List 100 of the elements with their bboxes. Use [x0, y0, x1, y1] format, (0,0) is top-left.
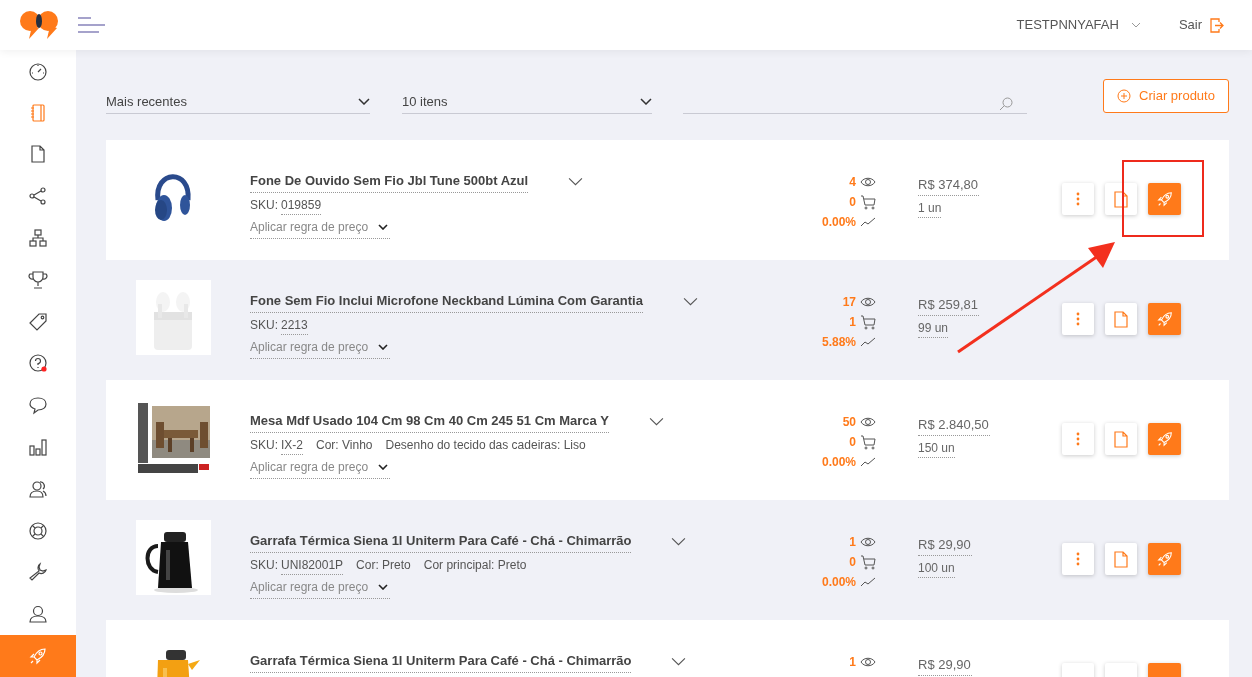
chevron-down-icon[interactable]	[568, 177, 584, 187]
cart-icon	[860, 194, 876, 210]
menu-icon[interactable]	[78, 17, 105, 33]
stock-quantity: 99 un	[918, 318, 949, 338]
user-icon	[28, 604, 48, 625]
document-button[interactable]	[1105, 183, 1137, 215]
trend-line-icon	[860, 337, 876, 347]
trophy-icon	[28, 269, 48, 290]
document-icon	[28, 144, 48, 165]
price-rule-select[interactable]: Aplicar regra de preço	[250, 457, 390, 479]
notebook-icon	[28, 102, 48, 123]
conversion-rate: 5.88%	[821, 334, 856, 351]
boost-button[interactable]	[1148, 183, 1181, 215]
sku-value: 2213	[281, 315, 308, 335]
cart-count: 0	[849, 194, 856, 211]
trend-line-icon	[860, 217, 876, 227]
chevron-down-icon	[378, 223, 388, 230]
trend-line-icon	[860, 577, 876, 587]
document-button[interactable]	[1105, 423, 1137, 455]
sku-value: 019859	[281, 195, 322, 215]
chevron-down-icon[interactable]	[648, 417, 664, 427]
sidebar-item[interactable]	[0, 635, 76, 677]
price-rule-select[interactable]: Aplicar regra de preço	[250, 217, 390, 239]
sort-select[interactable]: Mais recentes	[106, 91, 370, 114]
rocket-icon	[1155, 430, 1174, 448]
notification-dot	[41, 366, 47, 373]
user-menu[interactable]: TESTPNNYAFAH	[1016, 15, 1141, 35]
document-icon	[1114, 430, 1128, 448]
sku-value: UNI82001P	[281, 555, 344, 575]
product-attribute: Cor: Preto	[356, 557, 411, 574]
sku-label: SKU:	[250, 437, 278, 454]
tag-icon	[28, 311, 48, 332]
cart-icon	[860, 554, 876, 570]
more-options-button[interactable]	[1062, 543, 1094, 575]
wrench-icon	[28, 562, 48, 583]
product-attribute: Cor principal: Preto	[423, 557, 527, 574]
chevron-down-icon	[378, 463, 388, 470]
product-title[interactable]: Garrafa Térmica Siena 1l Uniterm Para Café - Chá - Chimarrão	[250, 651, 632, 673]
chevron-down-icon[interactable]	[682, 297, 698, 307]
chevron-down-icon	[640, 97, 652, 105]
rocket-icon	[1155, 190, 1174, 208]
sku-label: SKU:	[250, 557, 278, 574]
stock-quantity: 1 un	[918, 198, 942, 218]
boost-button[interactable]	[1148, 543, 1181, 575]
sku-label: SKU:	[250, 197, 278, 214]
more-options-button[interactable]	[1062, 183, 1094, 215]
product-attribute: Desenho do tecido das cadeiras: Liso	[385, 437, 586, 454]
product-title[interactable]: Mesa Mdf Usado 104 Cm 98 Cm 40 Cm 245 51 Cm Marca Y	[250, 411, 609, 433]
views-count: 1	[849, 534, 856, 551]
product-title[interactable]: Garrafa Térmica Siena 1l Uniterm Para Café - Chá - Chimarrão	[250, 531, 632, 553]
bar-chart-icon	[28, 437, 48, 458]
more-vertical-icon	[1076, 432, 1080, 446]
gauge-icon	[28, 60, 48, 81]
chevron-down-icon[interactable]	[671, 537, 687, 547]
trend-line-icon	[860, 457, 876, 467]
document-button[interactable]	[1105, 543, 1137, 575]
cart-icon	[860, 434, 876, 450]
document-button[interactable]	[1105, 303, 1137, 335]
page-size-select[interactable]: 10 itens	[402, 91, 652, 114]
cart-count: 1	[849, 314, 856, 331]
more-vertical-icon	[1076, 312, 1080, 326]
rocket-icon	[28, 646, 48, 667]
plus-circle-icon	[1117, 89, 1132, 103]
eye-icon	[860, 536, 876, 548]
more-vertical-icon	[1076, 552, 1080, 566]
sku-label: SKU:	[250, 317, 278, 334]
chevron-down-icon	[378, 343, 388, 350]
more-options-button[interactable]	[1062, 423, 1094, 455]
product-title[interactable]: Fone De Ouvido Sem Fio Jbl Tune 500bt Azul	[250, 171, 529, 193]
logout-button[interactable]: Sair	[1178, 15, 1224, 35]
document-icon	[1114, 550, 1128, 568]
product-title[interactable]: Fone Sem Fio Inclui Microfone Neckband Lúmina Com Garantia	[250, 291, 643, 313]
views-count: 1	[849, 654, 856, 671]
logo-icon[interactable]	[19, 10, 59, 40]
eye-icon	[860, 176, 876, 188]
cart-icon	[860, 314, 876, 330]
lifebuoy-icon	[28, 520, 48, 541]
conversion-rate: 0.00%	[821, 454, 856, 471]
stock-quantity: 150 un	[918, 438, 955, 458]
boost-button[interactable]	[1148, 303, 1181, 335]
boost-button[interactable]	[1148, 423, 1181, 455]
exit-icon	[1210, 17, 1224, 33]
rocket-icon	[1155, 550, 1174, 568]
more-options-button[interactable]	[1062, 303, 1094, 335]
sitemap-icon	[28, 228, 48, 249]
cart-count: 0	[849, 434, 856, 451]
search-field[interactable]	[683, 95, 1027, 114]
eye-icon	[860, 416, 876, 428]
chevron-down-icon	[378, 583, 388, 590]
conversion-rate: 0.00%	[821, 214, 856, 231]
conversion-rate: 0.00%	[821, 574, 856, 591]
chevron-down-icon	[1130, 22, 1141, 28]
price: R$ 29,90	[918, 535, 972, 556]
price: R$ 2.840,50	[918, 415, 990, 436]
rocket-icon	[1155, 310, 1174, 328]
views-count: 17	[842, 294, 856, 311]
chevron-down-icon[interactable]	[671, 657, 687, 667]
price: R$ 259,81	[918, 295, 979, 316]
document-icon	[1114, 310, 1128, 328]
sku-value: IX-2	[281, 435, 304, 455]
